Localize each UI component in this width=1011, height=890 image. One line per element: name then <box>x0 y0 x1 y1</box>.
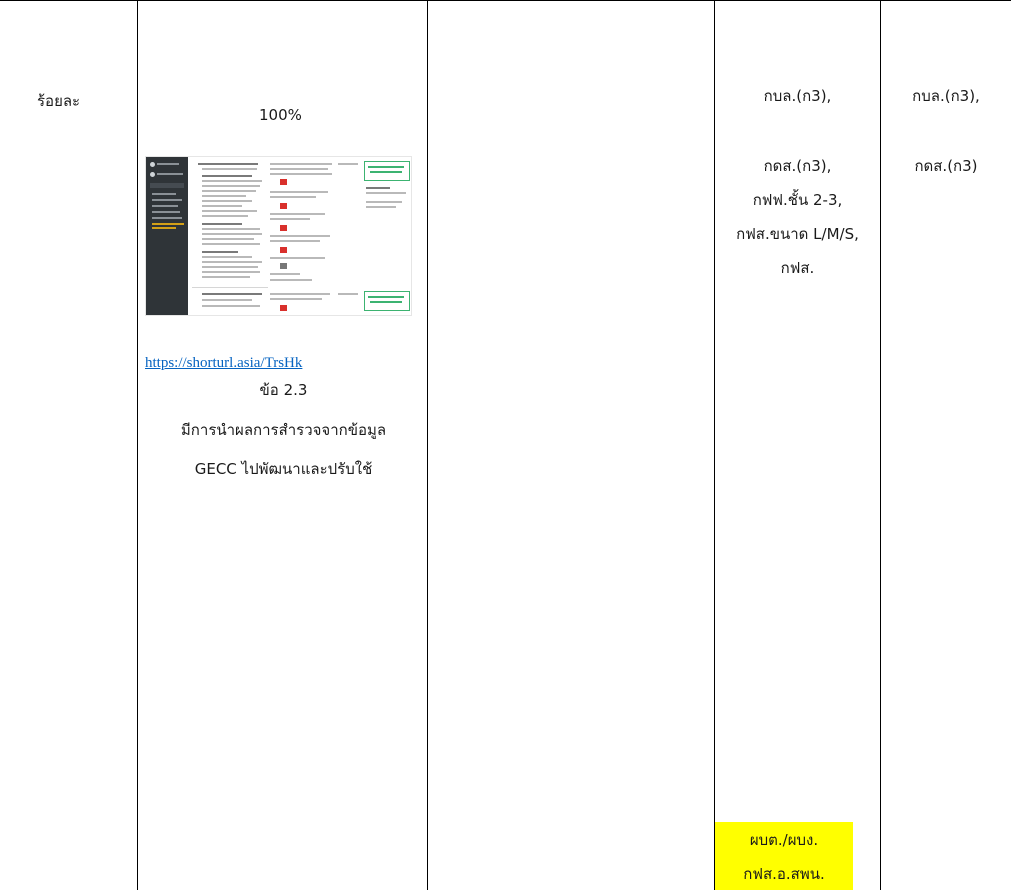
responsible-unit-3: กฟฟ.ชั้น 2-3, <box>752 191 843 209</box>
highlighted-unit-2: กฟส.อ.สพน. <box>743 865 825 883</box>
responsible-unit-5: กฟส. <box>780 259 815 277</box>
responsible-unit-1: กบล.(ก3), <box>763 87 832 105</box>
supporting-unit-2: กดส.(ก3) <box>914 157 978 175</box>
column-divider-3 <box>714 0 715 890</box>
evidence-screenshot-thumbnail <box>145 156 412 316</box>
responsible-unit-4: กฟส.ขนาด L/M/S, <box>736 225 859 243</box>
thumbnail-sidebar <box>146 157 188 315</box>
clause-number: ข้อ 2.3 <box>259 381 308 399</box>
document-page: ร้อยละ 100% https://shorturl.asia/TrsHk … <box>0 0 1011 890</box>
evidence-description-line-2: GECC ไปพัฒนาและปรับใช้ <box>194 460 373 478</box>
responsible-unit-2: กดส.(ก3), <box>763 157 832 175</box>
evidence-description-line-1: มีการนำผลการสำรวจจากข้อมูล <box>180 421 387 439</box>
unit-label: ร้อยละ <box>37 92 81 110</box>
highlighted-unit-1: ผบต./ผบง. <box>749 831 819 849</box>
supporting-unit-1: กบล.(ก3), <box>912 87 980 105</box>
column-divider-2 <box>427 0 428 890</box>
column-divider-4 <box>880 0 881 890</box>
evidence-link[interactable]: https://shorturl.asia/TrsHk <box>145 355 302 372</box>
target-value: 100% <box>259 106 302 124</box>
table-top-border <box>0 0 1011 1</box>
column-divider-1 <box>137 0 138 890</box>
